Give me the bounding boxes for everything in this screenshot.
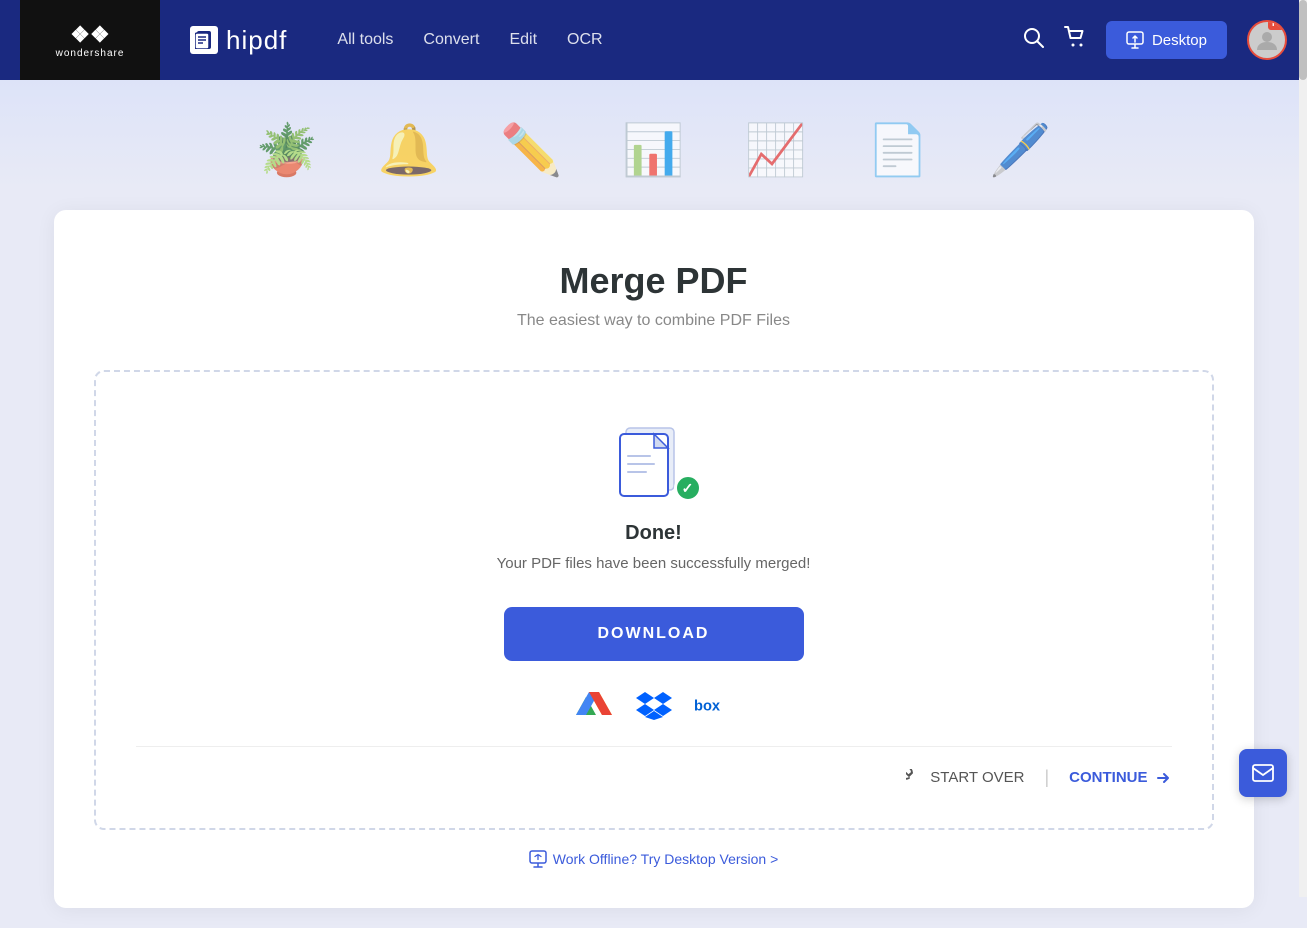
hipdf-logo-text: hipdf [226, 25, 287, 56]
floating-email-button[interactable] [1239, 749, 1287, 797]
hipdf-logo-link[interactable]: hipdf [190, 25, 287, 56]
illustration-row: 🪴 🔔 ✏️ 📊 📈 📄 🖊️ [0, 121, 1307, 190]
result-zone: ✓ Done! Your PDF files have been success… [94, 370, 1214, 830]
offline-bar: Work Offline? Try Desktop Version > [94, 850, 1214, 868]
done-title: Done! [625, 522, 682, 545]
nav-links: All tools Convert Edit OCR [337, 31, 1002, 49]
illus-monitor-icon: 📈 [745, 121, 807, 180]
offline-text: Work Offline? Try Desktop Version > [553, 851, 779, 867]
continue-button[interactable]: CONTINUE [1069, 769, 1171, 787]
desktop-button[interactable]: Desktop [1106, 21, 1227, 59]
success-icon-wrapper: ✓ [614, 422, 694, 502]
bottom-actions: START OVER | CONTINUE [136, 746, 1172, 788]
start-over-label: START OVER [930, 769, 1024, 786]
cart-button[interactable] [1064, 26, 1086, 54]
wondershare-brand: ❖❖ wondershare [20, 0, 160, 80]
continue-label: CONTINUE [1069, 769, 1147, 786]
illus-lamp-icon: 🔔 [378, 121, 440, 180]
ws-logo-text: wondershare [56, 48, 125, 59]
ws-logo-icon: ❖❖ [70, 22, 109, 48]
illus-pencil-icon: ✏️ [500, 121, 562, 180]
pro-badge: Pro [1268, 20, 1287, 30]
page-title: Merge PDF [94, 260, 1214, 302]
start-over-button[interactable]: START OVER [906, 769, 1024, 787]
hipdf-logo-icon [190, 26, 218, 54]
nav-convert[interactable]: Convert [423, 31, 479, 49]
offline-link[interactable]: Work Offline? Try Desktop Version > [94, 850, 1214, 868]
scrollbar-thumb[interactable] [1299, 0, 1307, 80]
illus-plant-icon: 🪴 [256, 121, 318, 180]
navbar: ❖❖ wondershare hipdf All tools Convert E… [0, 0, 1307, 80]
avatar-button[interactable]: Pro [1247, 20, 1287, 60]
action-divider: | [1044, 767, 1049, 788]
scrollbar-track[interactable] [1299, 0, 1307, 897]
desktop-label: Desktop [1152, 32, 1207, 49]
google-drive-button[interactable] [574, 686, 614, 726]
box-button[interactable]: box [694, 686, 734, 726]
nav-all-tools[interactable]: All tools [337, 31, 393, 49]
illus-pen-icon: 🖊️ [989, 121, 1051, 180]
done-text: Your PDF files have been successfully me… [497, 555, 811, 572]
nav-ocr[interactable]: OCR [567, 31, 603, 49]
page-subtitle: The easiest way to combine PDF Files [94, 312, 1214, 330]
main-content: Merge PDF The easiest way to combine PDF… [0, 190, 1307, 928]
merge-pdf-card: Merge PDF The easiest way to combine PDF… [54, 210, 1254, 908]
search-button[interactable] [1022, 26, 1044, 54]
cloud-storage-icons: box [574, 686, 734, 726]
svg-text:box: box [694, 699, 721, 715]
nav-actions: Desktop Pro [1022, 20, 1287, 60]
nav-edit[interactable]: Edit [509, 31, 537, 49]
document-icon [614, 422, 684, 502]
illus-document-icon: 📄 [867, 121, 929, 180]
check-icon: ✓ [674, 474, 702, 502]
illus-chart-icon: 📊 [622, 121, 684, 180]
bg-illustration: 🪴 🔔 ✏️ 📊 📈 📄 🖊️ [0, 80, 1307, 190]
download-button[interactable]: DOWNLOAD [504, 607, 804, 661]
dropbox-button[interactable] [634, 686, 674, 726]
